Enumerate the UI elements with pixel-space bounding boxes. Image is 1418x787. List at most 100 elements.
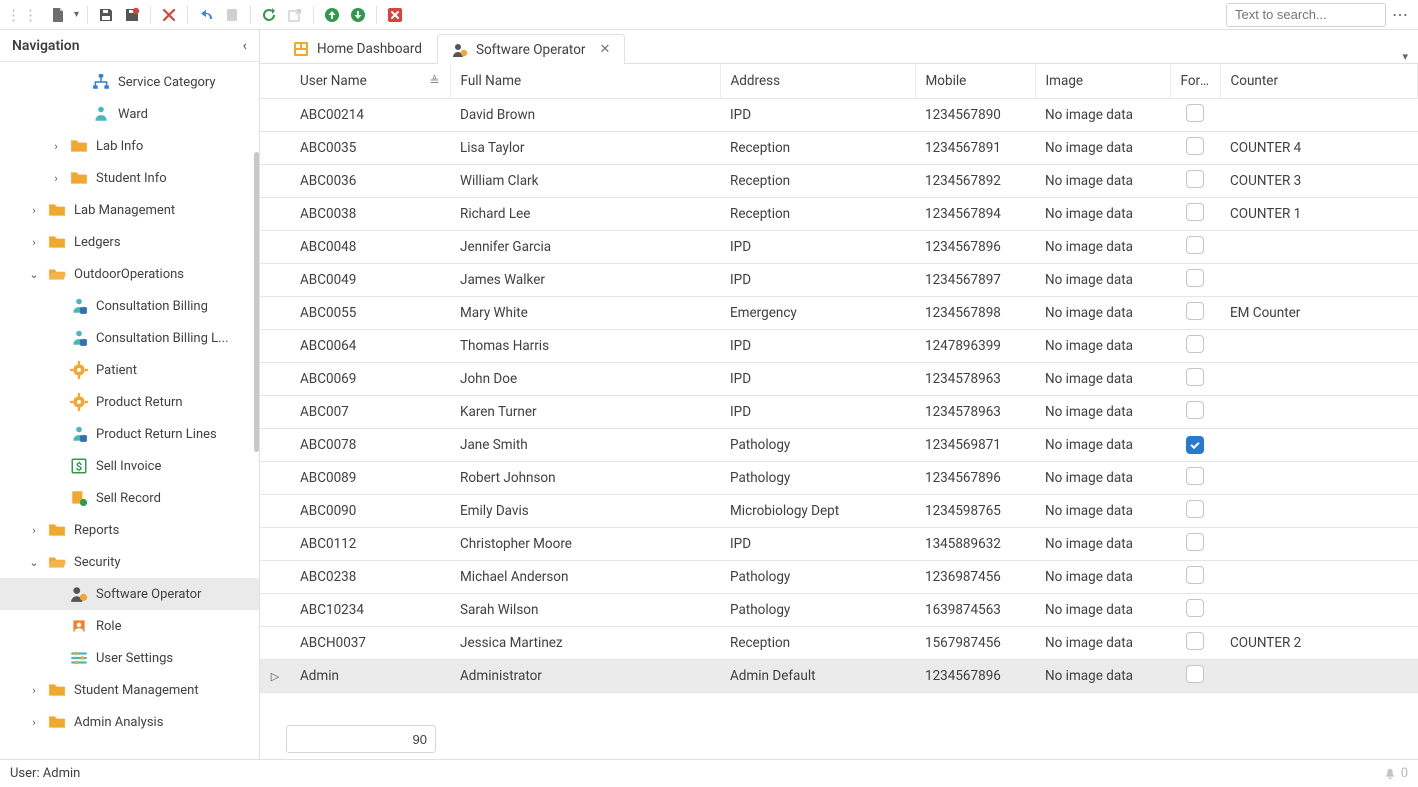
up-button[interactable]: [320, 3, 344, 27]
collapse-sidebar-icon[interactable]: ‹: [243, 38, 247, 54]
table-row[interactable]: ABC0038Richard LeeReception1234567894No …: [260, 197, 1418, 230]
column-force[interactable]: Force...: [1170, 64, 1220, 98]
force-checkbox[interactable]: [1186, 401, 1204, 419]
sidebar-item[interactable]: Consultation Billing L...: [0, 322, 259, 354]
chevron-right-icon[interactable]: ›: [50, 140, 62, 153]
table-row[interactable]: ABC0064Thomas HarrisIPD1247896399No imag…: [260, 329, 1418, 362]
force-checkbox[interactable]: [1186, 599, 1204, 617]
force-checkbox[interactable]: [1186, 368, 1204, 386]
save-close-button[interactable]: [120, 3, 144, 27]
table-row[interactable]: ABC0078Jane SmithPathology1234569871No i…: [260, 428, 1418, 461]
table-row[interactable]: ABC0035Lisa TaylorReception1234567891No …: [260, 131, 1418, 164]
column-user-name[interactable]: User Name≜: [290, 64, 450, 98]
sidebar-item[interactable]: Service Category: [0, 66, 259, 98]
sidebar-item[interactable]: ⌄OutdoorOperations: [0, 258, 259, 290]
stop-button[interactable]: [383, 3, 407, 27]
force-checkbox[interactable]: [1186, 104, 1204, 122]
down-button[interactable]: [346, 3, 370, 27]
table-row[interactable]: ▷AdminAdministratorAdmin Default12345678…: [260, 659, 1418, 692]
table-row[interactable]: ABCH0037Jessica MartinezReception1567987…: [260, 626, 1418, 659]
table-row[interactable]: ABC0069John DoeIPD1234578963No image dat…: [260, 362, 1418, 395]
tab-software-operator[interactable]: Software Operator ✕: [437, 34, 625, 64]
force-checkbox[interactable]: [1186, 170, 1204, 188]
expand-row-icon[interactable]: ▷: [271, 670, 279, 683]
sidebar-item[interactable]: Consultation Billing: [0, 290, 259, 322]
sidebar-item[interactable]: User Settings: [0, 642, 259, 674]
table-row[interactable]: ABC10234Sarah WilsonPathology1639874563N…: [260, 593, 1418, 626]
tab-home-dashboard[interactable]: Home Dashboard: [278, 33, 437, 63]
page-size-input[interactable]: [286, 725, 436, 753]
force-checkbox[interactable]: [1186, 137, 1204, 155]
chevron-right-icon[interactable]: ›: [28, 524, 40, 537]
more-button[interactable]: ⋯: [1388, 3, 1412, 27]
table-row[interactable]: ABC007Karen TurnerIPD1234578963No image …: [260, 395, 1418, 428]
sidebar-item[interactable]: Role: [0, 610, 259, 642]
column-counter[interactable]: Counter: [1220, 64, 1418, 98]
force-checkbox[interactable]: [1186, 533, 1204, 551]
tab-overflow[interactable]: ▾: [1392, 50, 1418, 63]
sidebar-item[interactable]: ›Reports: [0, 514, 259, 546]
cell-force: [1170, 131, 1220, 164]
sidebar-item[interactable]: Software Operator: [0, 578, 259, 610]
new-button[interactable]: [46, 3, 70, 27]
sidebar-item[interactable]: ›Admin Analysis: [0, 706, 259, 738]
column-address[interactable]: Address: [720, 64, 915, 98]
force-checkbox[interactable]: [1186, 269, 1204, 287]
sidebar-item[interactable]: ›Student Info: [0, 162, 259, 194]
force-checkbox[interactable]: [1186, 236, 1204, 254]
save-button[interactable]: [94, 3, 118, 27]
delete-button[interactable]: [157, 3, 181, 27]
sidebar-item[interactable]: ›Ledgers: [0, 226, 259, 258]
table-row[interactable]: ABC0049James WalkerIPD1234567897No image…: [260, 263, 1418, 296]
table-row[interactable]: ABC0036William ClarkReception1234567892N…: [260, 164, 1418, 197]
column-full-name[interactable]: Full Name: [450, 64, 720, 98]
chevron-down-icon[interactable]: ⌄: [28, 556, 40, 569]
sidebar-item[interactable]: ›Student Management: [0, 674, 259, 706]
table-row[interactable]: ABC00214David BrownIPD1234567890No image…: [260, 98, 1418, 131]
search-input[interactable]: [1233, 6, 1413, 23]
sidebar-item[interactable]: Product Return: [0, 386, 259, 418]
bell-icon[interactable]: [1383, 767, 1397, 781]
force-checkbox[interactable]: [1186, 566, 1204, 584]
table-row[interactable]: ABC0048Jennifer GarciaIPD1234567896No im…: [260, 230, 1418, 263]
force-checkbox[interactable]: [1186, 203, 1204, 221]
sidebar-item[interactable]: ⌄Security: [0, 546, 259, 578]
column-mobile[interactable]: Mobile: [915, 64, 1035, 98]
sidebar-item[interactable]: $Sell Invoice: [0, 450, 259, 482]
sidebar-item[interactable]: Patient: [0, 354, 259, 386]
open-external-button[interactable]: [283, 3, 307, 27]
table-row[interactable]: ABC0090Emily DavisMicrobiology Dept12345…: [260, 494, 1418, 527]
table-row[interactable]: ABC0112Christopher MooreIPD1345889632No …: [260, 527, 1418, 560]
table-row[interactable]: ABC0238Michael AndersonPathology12369874…: [260, 560, 1418, 593]
sidebar-item[interactable]: ›Lab Management: [0, 194, 259, 226]
chevron-right-icon[interactable]: ›: [28, 236, 40, 249]
chevron-right-icon[interactable]: ›: [28, 716, 40, 729]
undo-button[interactable]: [194, 3, 218, 27]
force-checkbox[interactable]: [1186, 302, 1204, 320]
chevron-right-icon[interactable]: ›: [28, 204, 40, 217]
chevron-right-icon[interactable]: ›: [28, 684, 40, 697]
nav-tree[interactable]: Service CategoryWard›Lab Info›Student In…: [0, 62, 259, 759]
sidebar-item[interactable]: Sell Record: [0, 482, 259, 514]
force-checkbox[interactable]: [1186, 500, 1204, 518]
force-checkbox[interactable]: [1186, 632, 1204, 650]
chevron-right-icon[interactable]: ›: [50, 172, 62, 185]
refresh-button[interactable]: [257, 3, 281, 27]
force-checkbox[interactable]: [1186, 436, 1204, 454]
chevron-down-icon[interactable]: ⌄: [28, 268, 40, 281]
sidebar-item[interactable]: ›Lab Info: [0, 130, 259, 162]
column-image[interactable]: Image: [1035, 64, 1170, 98]
close-tab-icon[interactable]: ✕: [599, 42, 610, 57]
sidebar-item[interactable]: Ward: [0, 98, 259, 130]
force-checkbox[interactable]: [1186, 335, 1204, 353]
sidebar-item[interactable]: Product Return Lines: [0, 418, 259, 450]
search-box[interactable]: [1226, 3, 1386, 27]
force-checkbox[interactable]: [1186, 467, 1204, 485]
paste-button[interactable]: [220, 3, 244, 27]
force-checkbox[interactable]: [1186, 665, 1204, 683]
scrollbar-thumb[interactable]: [254, 152, 259, 452]
table-row[interactable]: ABC0055Mary WhiteEmergency1234567898No i…: [260, 296, 1418, 329]
data-grid[interactable]: User Name≜ Full Name Address Mobile Imag…: [260, 64, 1418, 719]
table-row[interactable]: ABC0089Robert JohnsonPathology1234567896…: [260, 461, 1418, 494]
new-dropdown[interactable]: ▾: [72, 9, 81, 20]
